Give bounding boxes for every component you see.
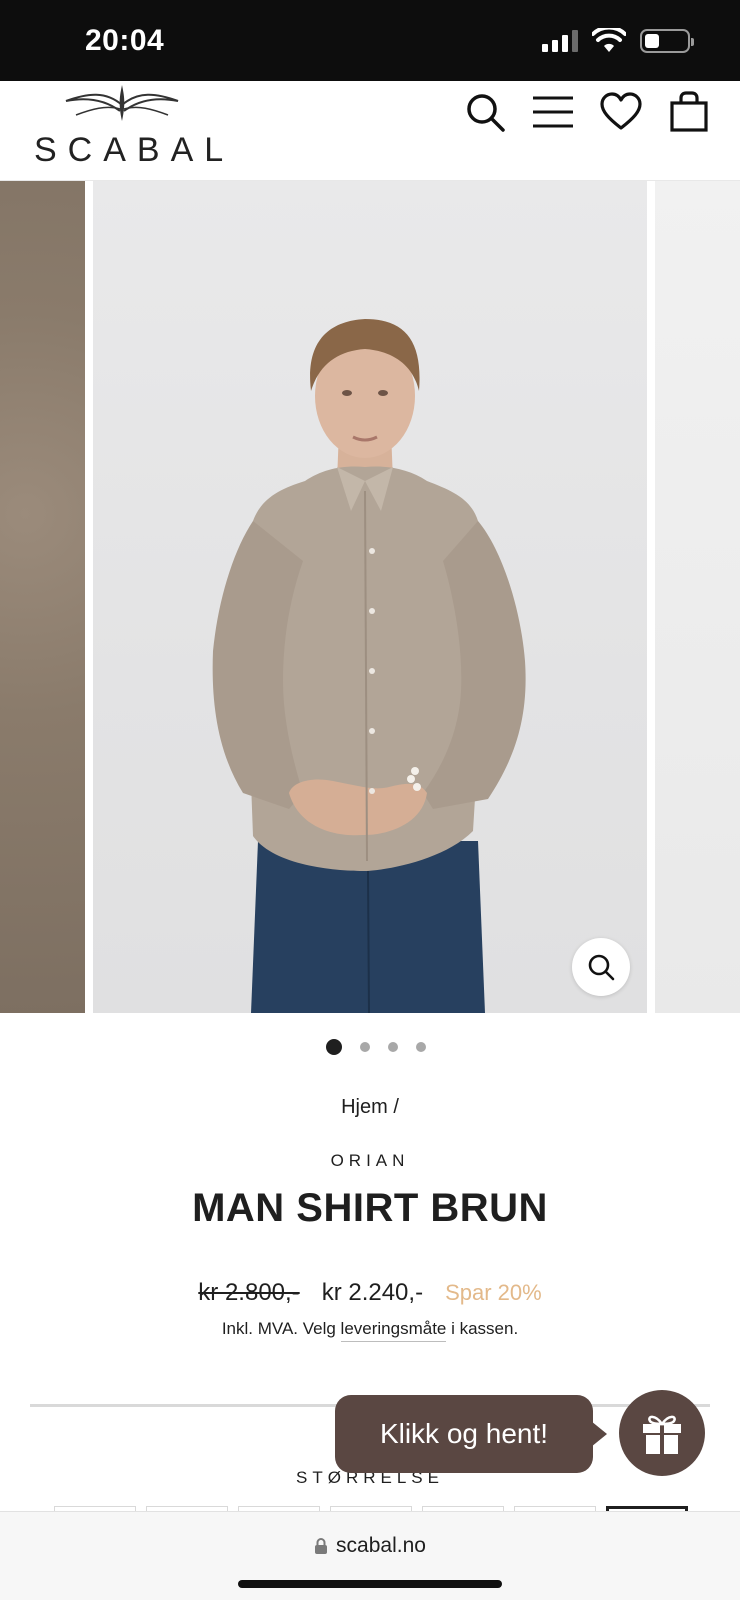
gift-button[interactable] bbox=[619, 1390, 705, 1476]
gallery-pagination bbox=[0, 1039, 740, 1055]
gallery-dot-1[interactable] bbox=[326, 1039, 342, 1055]
zoom-icon bbox=[588, 954, 615, 981]
zoom-button[interactable] bbox=[572, 938, 630, 996]
url-display[interactable]: scabal.no bbox=[0, 1534, 740, 1558]
logo-flourish-icon bbox=[65, 85, 179, 121]
logo-text: SCABAL bbox=[34, 131, 235, 169]
promo-label: Klikk og hent! bbox=[379, 1418, 549, 1449]
product-vendor[interactable]: ORIAN bbox=[0, 1151, 740, 1171]
wifi-icon bbox=[592, 28, 626, 52]
click-and-collect-bubble[interactable]: Klikk og hent! bbox=[335, 1395, 607, 1473]
product-gallery[interactable] bbox=[0, 181, 740, 1013]
price-sale: kr 2.240,- bbox=[321, 1279, 424, 1306]
gallery-slide-active[interactable] bbox=[93, 181, 647, 1013]
browser-address-bar[interactable]: scabal.no bbox=[0, 1511, 740, 1600]
search-icon[interactable] bbox=[464, 91, 506, 133]
gallery-slide-next[interactable] bbox=[655, 181, 740, 1013]
gallery-dot-4[interactable] bbox=[416, 1042, 426, 1052]
tax-note-suffix: i kassen. bbox=[446, 1319, 519, 1338]
product-title: MAN SHIRT BRUN bbox=[192, 1186, 548, 1230]
breadcrumb[interactable]: Hjem / bbox=[0, 1096, 740, 1119]
tax-note-prefix: Inkl. MVA. Velg bbox=[221, 1319, 341, 1338]
battery-level bbox=[645, 34, 659, 48]
battery-icon bbox=[640, 29, 694, 53]
gallery-slide-previous[interactable] bbox=[0, 181, 85, 1013]
status-bar: 20:04 bbox=[0, 0, 740, 81]
status-icons bbox=[542, 28, 694, 54]
header-icons bbox=[464, 91, 710, 133]
shopping-bag-icon[interactable] bbox=[668, 91, 710, 133]
tax-note: Inkl. MVA. Velg leveringsmåte i kassen. bbox=[0, 1319, 740, 1342]
cellular-signal-icon bbox=[542, 30, 578, 52]
scabal-logo[interactable]: SCABAL bbox=[32, 81, 223, 173]
status-time: 20:04 bbox=[85, 24, 165, 57]
gallery-dot-2[interactable] bbox=[360, 1042, 370, 1052]
savings-badge: Spar 20% bbox=[445, 1280, 542, 1305]
product-photo bbox=[212, 319, 526, 1013]
gallery-dot-3[interactable] bbox=[388, 1042, 398, 1052]
price-original: kr 2.800,- bbox=[198, 1279, 300, 1306]
shipping-method-link[interactable]: leveringsmåte bbox=[340, 1319, 447, 1342]
url-text: scabal.no bbox=[336, 1534, 426, 1557]
home-indicator[interactable] bbox=[238, 1580, 502, 1588]
heart-icon[interactable] bbox=[600, 91, 642, 133]
menu-icon[interactable] bbox=[532, 91, 574, 133]
site-header: SCABAL bbox=[0, 81, 740, 181]
gift-icon bbox=[643, 1415, 681, 1454]
price-row: kr 2.800,- kr 2.240,- Spar 20% bbox=[0, 1279, 740, 1307]
lock-icon bbox=[315, 1538, 328, 1554]
